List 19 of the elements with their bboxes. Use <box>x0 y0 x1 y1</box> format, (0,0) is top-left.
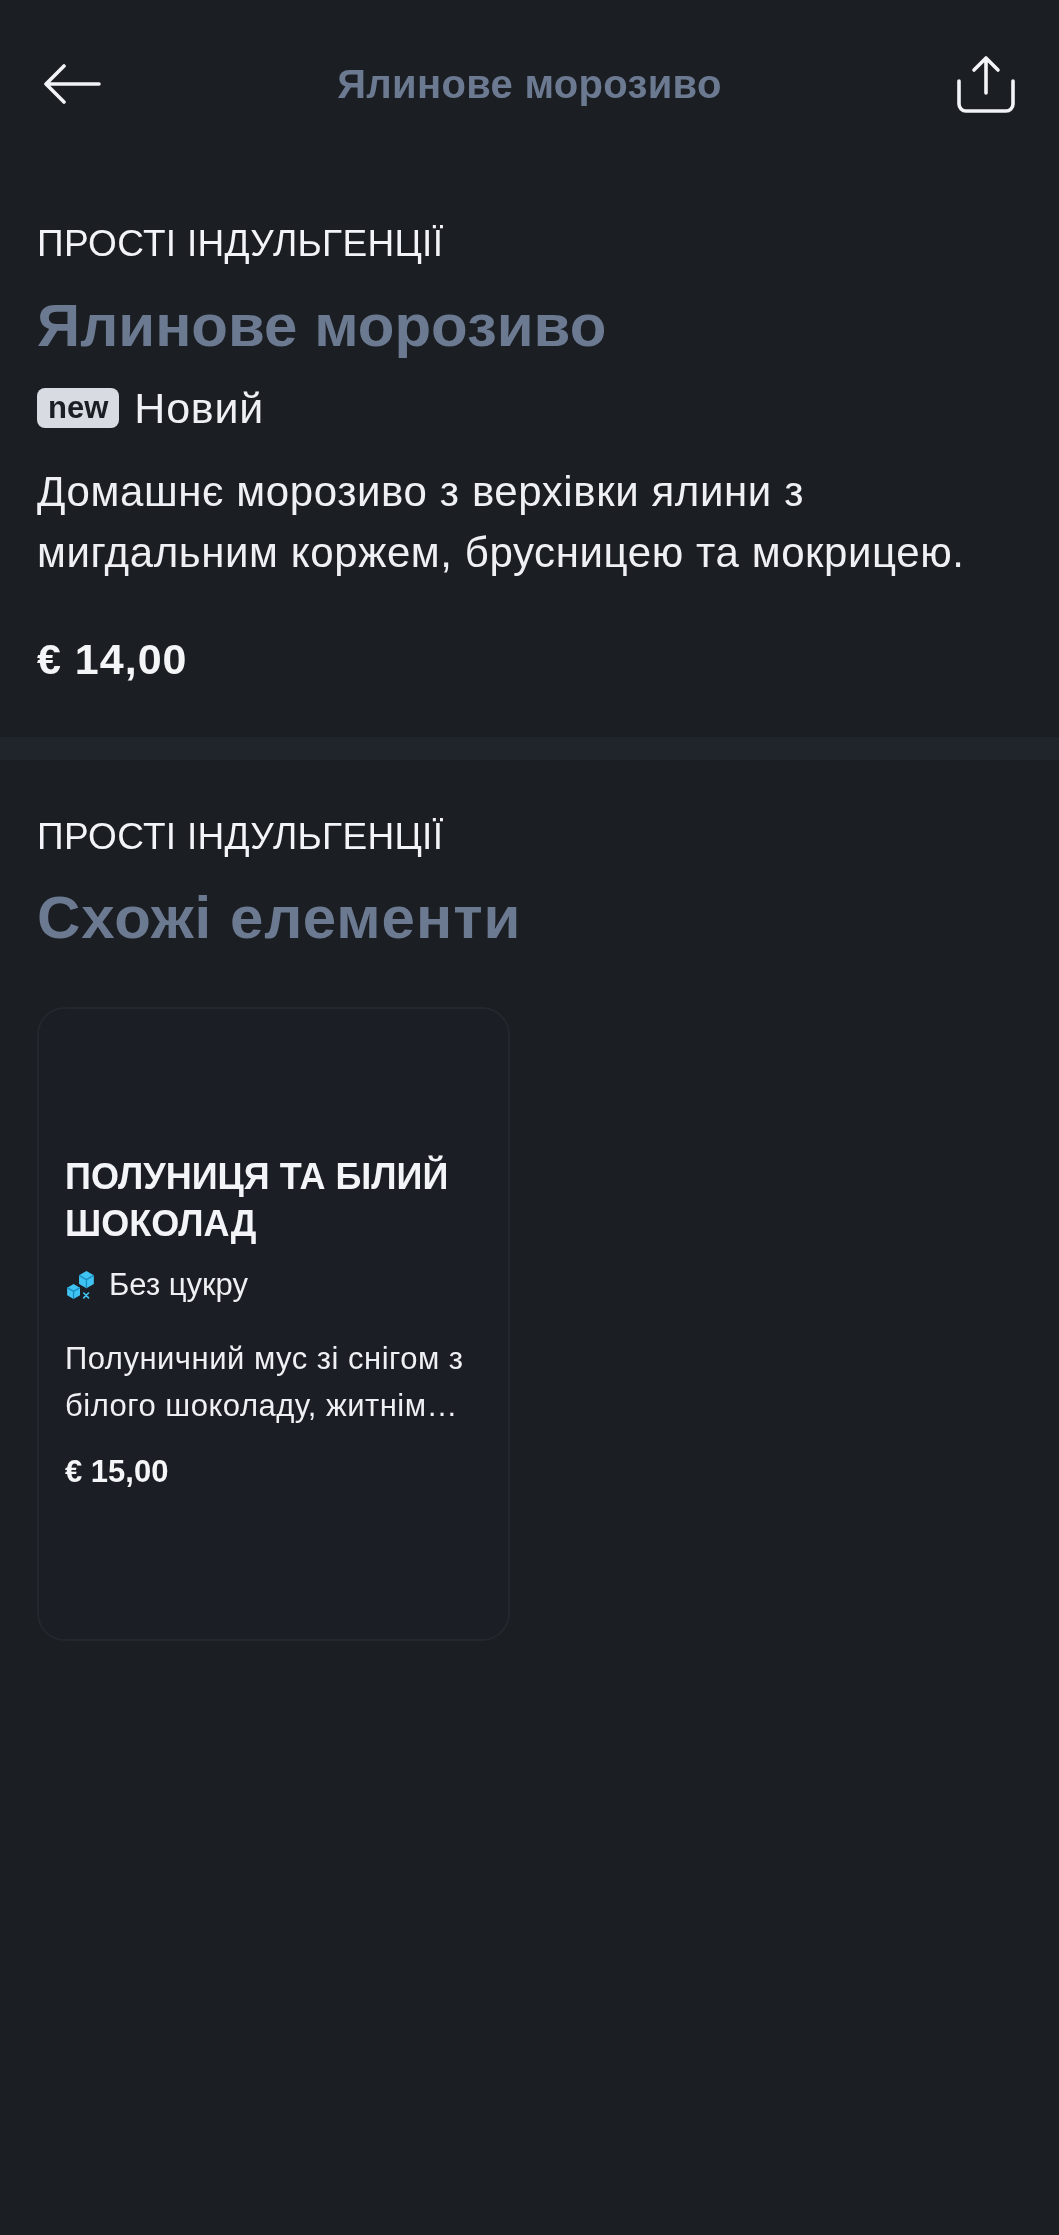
card-description: Полуничний мус зі снігом з білого шоколаду, житнім… <box>65 1340 465 1425</box>
product-price: € 14,00 <box>37 635 189 683</box>
product-card[interactable]: ПОЛУНИЦЯ ТА БІЛИЙ ШОКОЛАД Без цукру Полуничний мус зі снігом з білого шоколаду, житнім… € 15,00 <box>37 1007 510 1641</box>
header-title: Ялинове морозиво <box>337 61 722 108</box>
section-title: Схожі елементи <box>37 883 523 953</box>
badge-label: Новий <box>134 386 265 430</box>
new-tag: new <box>37 388 120 428</box>
product-title: Ялинове морозиво <box>37 291 608 361</box>
cubes-icon <box>65 1270 95 1300</box>
product-description: Домашнє морозиво з верхівки ялини з мигдальним коржем, брусницею та мокрицею. <box>37 467 966 578</box>
card-title: ПОЛУНИЦЯ ТА БІЛИЙ ШОКОЛАД <box>65 1154 450 1246</box>
tag-label: Без цукру <box>109 1266 248 1304</box>
category-label: ПРОСТІ ІНДУЛЬГЕНЦІЇ <box>37 222 445 266</box>
share-icon <box>956 55 1016 113</box>
back-button[interactable] <box>43 64 101 104</box>
card-price: € 15,00 <box>65 1453 170 1491</box>
arrow-left-icon <box>43 64 101 104</box>
share-button[interactable] <box>956 55 1016 113</box>
category-label: ПРОСТІ ІНДУЛЬГЕНЦІЇ <box>37 815 445 859</box>
